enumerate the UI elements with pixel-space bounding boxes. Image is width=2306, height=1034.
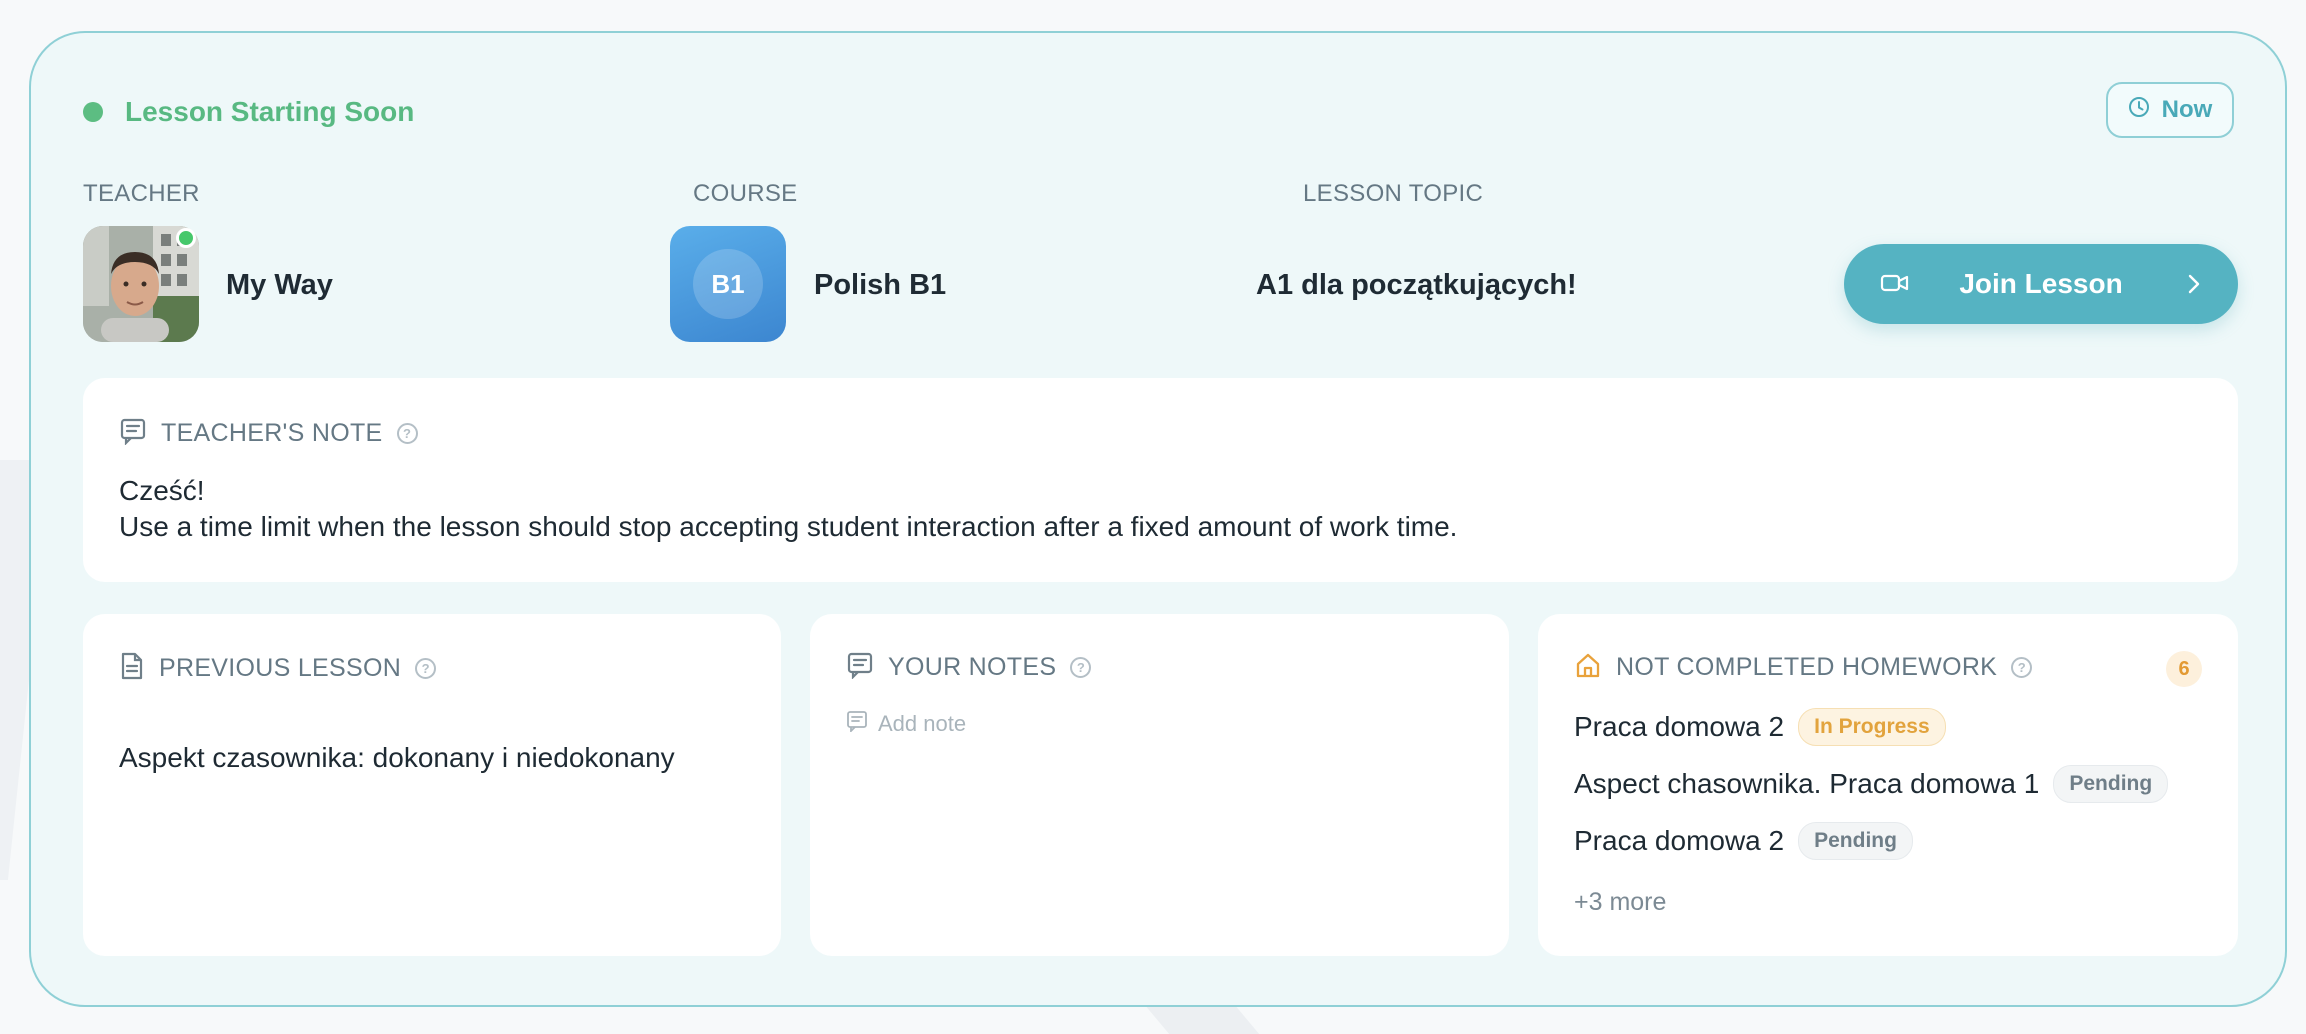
course-name[interactable]: Polish B1 — [814, 269, 946, 302]
homework-item[interactable]: Aspect chasownika. Praca domowa 1 Pendin… — [1574, 765, 2169, 803]
online-status-dot — [176, 228, 196, 248]
previous-lesson-panel: PREVIOUS LESSON ? Aspekt czasownika: dok… — [83, 614, 781, 956]
course-icon: B1 — [670, 226, 786, 342]
status-badge: Pending — [2053, 765, 2169, 803]
course-label: COURSE — [693, 180, 798, 207]
teacher-label: TEACHER — [83, 180, 200, 207]
your-notes-title: YOUR NOTES — [888, 653, 1057, 681]
join-lesson-label: Join Lesson — [1959, 268, 2123, 299]
show-more-link[interactable]: +3 more — [1574, 888, 1666, 917]
status-badge: Pending — [1798, 822, 1913, 860]
lesson-topic: A1 dla początkujących! — [1256, 269, 1577, 301]
add-note-button[interactable]: Add note — [846, 710, 966, 738]
message-icon — [846, 651, 874, 684]
homework-title: NOT COMPLETED HOMEWORK — [1616, 653, 1998, 681]
teacher-note-line: Cześć! — [119, 475, 205, 506]
homework-panel: NOT COMPLETED HOMEWORK ? 6 Praca domowa … — [1538, 614, 2238, 956]
help-icon[interactable]: ? — [415, 658, 437, 679]
homework-header: NOT COMPLETED HOMEWORK ? — [1574, 651, 2033, 684]
lesson-topic-label: LESSON TOPIC — [1303, 180, 1484, 207]
time-badge-label: Now — [2161, 96, 2213, 123]
help-icon[interactable]: ? — [2011, 657, 2033, 678]
clock-icon — [2128, 96, 2150, 125]
teacher-note-line: Use a time limit when the lesson should … — [119, 511, 1458, 542]
previous-lesson-header: PREVIOUS LESSON ? — [119, 651, 437, 686]
teacher-note-panel: TEACHER'S NOTE ? Cześć! Use a time limit… — [83, 378, 2238, 582]
lesson-status: Lesson Starting Soon — [83, 96, 414, 128]
your-notes-panel: YOUR NOTES ? Add note — [810, 614, 1509, 956]
homework-item[interactable]: Praca domowa 2 In Progress — [1574, 708, 1946, 746]
homework-item-title: Praca domowa 2 — [1574, 825, 1785, 856]
previous-lesson-title: PREVIOUS LESSON — [159, 654, 402, 682]
homework-count-badge: 6 — [2166, 651, 2202, 687]
course-level-badge: B1 — [693, 249, 763, 319]
home-icon — [1574, 651, 1602, 684]
homework-item[interactable]: Praca domowa 2 Pending — [1574, 822, 1913, 860]
upcoming-lesson-card: Lesson Starting Soon Now TEACHER COURSE … — [29, 31, 2287, 1007]
time-badge: Now — [2106, 82, 2234, 138]
join-lesson-button[interactable]: Join Lesson — [1844, 244, 2238, 324]
document-icon — [119, 651, 145, 686]
teacher-name[interactable]: My Way — [226, 269, 333, 302]
homework-item-title: Aspect chasownika. Praca domowa 1 — [1574, 768, 2040, 799]
background-shape — [1144, 1005, 1286, 1034]
teacher-note-title: TEACHER'S NOTE — [161, 419, 383, 447]
your-notes-header: YOUR NOTES ? — [846, 651, 1092, 684]
add-note-label: Add note — [878, 711, 967, 736]
status-dot — [83, 102, 103, 122]
message-icon — [119, 417, 147, 450]
homework-item-title: Praca domowa 2 — [1574, 711, 1785, 742]
status-text: Lesson Starting Soon — [125, 96, 415, 127]
teacher-note-header: TEACHER'S NOTE ? — [119, 417, 418, 450]
note-icon — [846, 710, 868, 738]
previous-lesson-topic[interactable]: Aspekt czasownika: dokonany i niedokonan… — [119, 742, 675, 774]
chevron-right-icon — [2184, 272, 2204, 299]
help-icon[interactable]: ? — [396, 423, 418, 444]
help-icon[interactable]: ? — [1070, 657, 1092, 678]
status-badge: In Progress — [1798, 708, 1946, 746]
